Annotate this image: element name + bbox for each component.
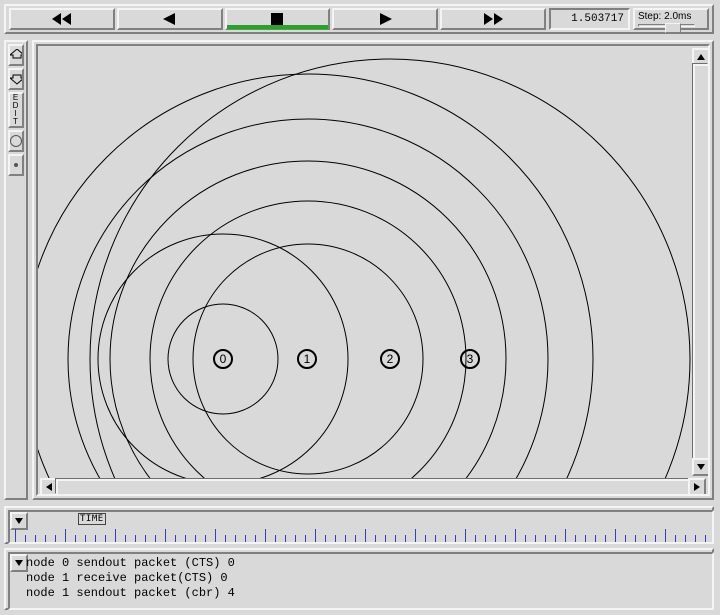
left-tool-gutter: E D I T [4, 40, 28, 500]
vscroll-thumb[interactable] [693, 64, 710, 464]
timeline-current-label: TIME [78, 513, 106, 525]
step-label: Step: 2.0ms [638, 11, 704, 22]
transmission-ripple [90, 59, 690, 484]
scroll-right-arrow[interactable] [688, 478, 706, 496]
network-node-label: 3 [467, 352, 474, 366]
canvas-horizontal-scrollbar[interactable] [40, 478, 706, 492]
network-node-label: 2 [387, 352, 394, 366]
playback-toolbar: 1.503717 Step: 2.0ms [4, 4, 714, 34]
hscroll-track[interactable] [55, 478, 691, 494]
transmission-ripple [150, 201, 466, 484]
transmission-ripple [68, 119, 548, 484]
circle-tool-button[interactable] [8, 130, 24, 152]
edit-button[interactable]: E D I T [8, 92, 24, 128]
step-slider-track[interactable] [638, 24, 695, 27]
step-control[interactable]: Step: 2.0ms [633, 8, 709, 30]
log-text: node 0 sendout packet (CTS) 0 node 1 rec… [26, 556, 708, 601]
transmission-ripple [38, 74, 593, 484]
canvas-frame: 0 1 2 3 [32, 40, 714, 500]
timeline[interactable]: TIME [8, 510, 714, 544]
scroll-down-arrow[interactable] [692, 458, 710, 476]
point-tool-button[interactable] [8, 154, 24, 176]
network-node-label: 1 [304, 352, 311, 366]
timeline-panel: TIME [4, 506, 714, 544]
dot-icon [14, 163, 18, 167]
canvas[interactable]: 0 1 2 3 [36, 44, 710, 496]
step-back-button[interactable] [117, 8, 223, 30]
play-button[interactable] [332, 8, 438, 30]
circle-icon [10, 135, 22, 147]
zoom-out-button[interactable] [8, 68, 24, 90]
time-display: 1.503717 [549, 8, 630, 30]
arrow-up-wide-icon [10, 49, 22, 61]
vscroll-track[interactable] [692, 63, 708, 461]
fast-forward-button[interactable] [440, 8, 546, 30]
stop-button[interactable] [225, 8, 331, 30]
canvas-vertical-scrollbar[interactable] [692, 48, 706, 476]
log: node 0 sendout packet (CTS) 0 node 1 rec… [8, 552, 714, 610]
network-node-label: 0 [220, 352, 227, 366]
hscroll-thumb[interactable] [56, 479, 694, 496]
rewind-button[interactable] [9, 8, 115, 30]
timeline-ruler[interactable] [13, 528, 709, 543]
arrow-down-wide-icon [10, 73, 22, 85]
log-panel: node 0 sendout packet (CTS) 0 node 1 rec… [4, 548, 714, 610]
active-indicator [227, 25, 329, 29]
network-visualization: 0 1 2 3 [38, 46, 698, 484]
zoom-in-button[interactable] [8, 44, 24, 66]
step-slider-thumb[interactable] [665, 23, 681, 33]
